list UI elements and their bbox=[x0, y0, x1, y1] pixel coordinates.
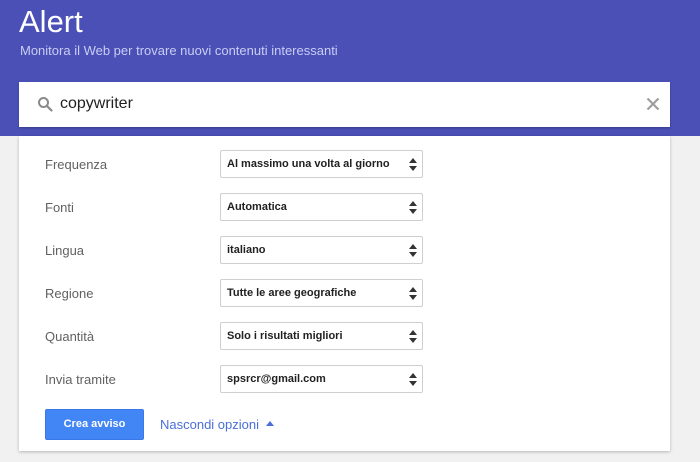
select-arrows-icon bbox=[409, 287, 417, 300]
close-icon[interactable] bbox=[644, 95, 662, 113]
select-value: Automatica bbox=[227, 201, 287, 213]
search-input[interactable]: copywriter bbox=[60, 94, 133, 114]
select-value: Solo i risultati migliori bbox=[227, 330, 343, 342]
language-select[interactable]: italiano bbox=[220, 236, 423, 264]
hide-options-link[interactable]: Nascondi opzioni bbox=[160, 417, 275, 433]
select-value: spsrcr@gmail.com bbox=[227, 373, 326, 385]
page-title: Alert bbox=[19, 4, 83, 39]
option-row-quantita: Quantità Solo i risultati migliori bbox=[19, 322, 670, 352]
region-select[interactable]: Tutte le aree geografiche bbox=[220, 279, 423, 307]
select-arrows-icon bbox=[409, 330, 417, 343]
option-row-regione: Regione Tutte le aree geografiche bbox=[19, 279, 670, 309]
option-label: Frequenza bbox=[45, 157, 108, 172]
caret-up-icon bbox=[266, 421, 275, 427]
select-value: Tutte le aree geografiche bbox=[227, 287, 357, 299]
option-row-invia-tramite: Invia tramite spsrcr@gmail.com bbox=[19, 365, 670, 395]
select-arrows-icon bbox=[409, 158, 417, 171]
select-value: italiano bbox=[227, 244, 266, 256]
hide-options-label: Nascondi opzioni bbox=[160, 417, 260, 432]
sources-select[interactable]: Automatica bbox=[220, 193, 423, 221]
frequency-select[interactable]: Al massimo una volta al giorno bbox=[220, 150, 423, 178]
option-label: Invia tramite bbox=[45, 372, 116, 387]
option-label: Quantità bbox=[45, 329, 95, 344]
option-row-fonti: Fonti Automatica bbox=[19, 193, 670, 223]
search-bar[interactable]: copywriter bbox=[19, 82, 670, 127]
option-label: Lingua bbox=[45, 243, 85, 258]
option-row-frequenza: Frequenza Al massimo una volta al giorno bbox=[19, 150, 670, 180]
select-arrows-icon bbox=[409, 244, 417, 257]
select-arrows-icon bbox=[409, 373, 417, 386]
select-arrows-icon bbox=[409, 201, 417, 214]
option-label: Regione bbox=[45, 286, 94, 301]
search-icon bbox=[37, 96, 53, 112]
quantity-select[interactable]: Solo i risultati migliori bbox=[220, 322, 423, 350]
create-alert-button[interactable]: Crea avviso bbox=[45, 409, 144, 440]
option-label: Fonti bbox=[45, 200, 74, 215]
alert-options-panel: Frequenza Al massimo una volta al giorno… bbox=[19, 136, 670, 451]
option-row-lingua: Lingua italiano bbox=[19, 236, 670, 266]
page-subtitle: Monitora il Web per trovare nuovi conten… bbox=[20, 43, 338, 58]
select-value: Al massimo una volta al giorno bbox=[227, 158, 390, 170]
deliver-to-select[interactable]: spsrcr@gmail.com bbox=[220, 365, 423, 393]
